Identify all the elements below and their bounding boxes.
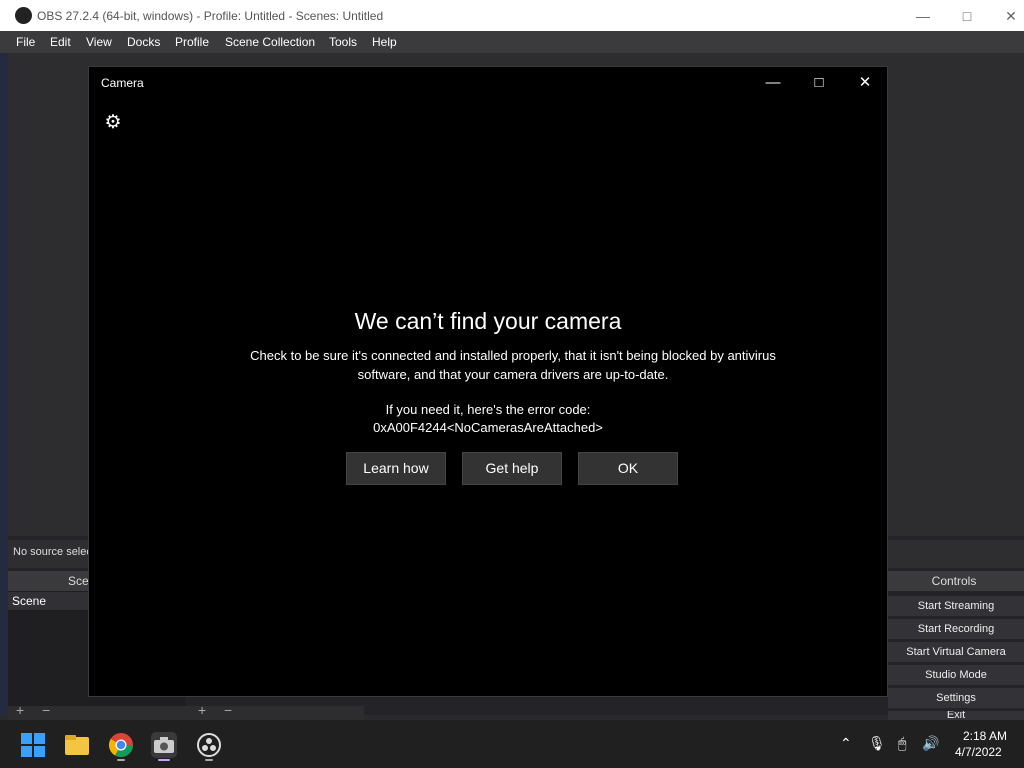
menu-help[interactable]: Help <box>372 35 397 49</box>
microphone-icon[interactable]: 🎙 <box>868 735 886 752</box>
clock-time[interactable]: 2:18 AM <box>963 729 1007 743</box>
settings-gear-icon[interactable]: ⚙ <box>103 113 123 133</box>
add-scene-icon[interactable]: + <box>16 702 24 718</box>
scene-list-item[interactable]: Scene <box>8 592 88 610</box>
display-icon[interactable]: 🖱 <box>898 735 906 752</box>
menu-profile[interactable]: Profile <box>175 35 209 49</box>
chrome-icon[interactable] <box>108 732 134 758</box>
menu-file[interactable]: File <box>16 35 35 49</box>
menu-view[interactable]: View <box>86 35 112 49</box>
obs-minimize-icon[interactable]: — <box>912 6 934 26</box>
obs-window-title: OBS 27.2.4 (64-bit, windows) - Profile: … <box>37 9 384 23</box>
chrome-running-indicator <box>117 759 125 761</box>
clock-date[interactable]: 4/7/2022 <box>955 745 1002 759</box>
menu-docks[interactable]: Docks <box>127 35 160 49</box>
obs-maximize-icon[interactable]: □ <box>956 6 978 26</box>
ok-button[interactable]: OK <box>578 452 678 485</box>
studio-mode-button[interactable]: Studio Mode <box>888 665 1024 685</box>
remove-scene-icon[interactable]: − <box>42 702 50 718</box>
obs-icon[interactable] <box>196 732 222 758</box>
settings-button[interactable]: Settings <box>888 688 1024 708</box>
obs-running-indicator <box>205 759 213 761</box>
start-streaming-button[interactable]: Start Streaming <box>888 596 1024 616</box>
windows-start-icon[interactable] <box>20 732 46 758</box>
show-hidden-icons-icon[interactable]: ⌃ <box>840 735 852 752</box>
menu-tools[interactable]: Tools <box>329 35 357 49</box>
get-help-button[interactable]: Get help <box>462 452 562 485</box>
volume-icon[interactable]: 🔊 <box>922 735 939 752</box>
camera-minimize-icon[interactable]: — <box>761 72 785 94</box>
start-virtual-camera-button[interactable]: Start Virtual Camera <box>888 642 1024 662</box>
camera-window-title: Camera <box>101 76 144 90</box>
camera-active-indicator <box>158 759 170 761</box>
menu-edit[interactable]: Edit <box>50 35 71 49</box>
add-source-icon[interactable]: + <box>198 702 206 718</box>
error-code: 0xA00F4244<NoCamerasAreAttached> <box>373 420 603 435</box>
camera-window: Camera — □ ✕ ⚙ We can’t find your camera… <box>88 66 888 697</box>
source-status-text: No source selec <box>13 546 92 558</box>
obs-titlebar: OBS 27.2.4 (64-bit, windows) - Profile: … <box>0 0 1024 31</box>
camera-app-icon[interactable] <box>151 732 177 758</box>
remove-source-icon[interactable]: − <box>224 702 232 718</box>
learn-how-button[interactable]: Learn how <box>346 452 446 485</box>
camera-close-icon[interactable]: ✕ <box>853 72 877 94</box>
camera-maximize-icon[interactable]: □ <box>807 72 831 94</box>
obs-logo-icon <box>15 7 32 24</box>
menu-scene-collection[interactable]: Scene Collection <box>225 35 315 49</box>
dock-toolbar: + − + − <box>8 702 364 720</box>
obs-close-icon[interactable]: ✕ <box>1000 6 1022 26</box>
error-code-label: If you need it, here's the error code: <box>385 402 591 417</box>
controls-dock-header: Controls <box>884 571 1024 591</box>
obs-left-strip <box>0 53 8 715</box>
file-explorer-icon[interactable] <box>64 732 90 758</box>
obs-menubar: File Edit View Docks Profile Scene Colle… <box>0 31 1024 53</box>
error-description: Check to be sure it's connected and inst… <box>250 348 776 382</box>
start-recording-button[interactable]: Start Recording <box>888 619 1024 639</box>
exit-button[interactable]: Exit <box>888 711 1024 720</box>
error-title: We can’t find your camera <box>354 308 622 334</box>
